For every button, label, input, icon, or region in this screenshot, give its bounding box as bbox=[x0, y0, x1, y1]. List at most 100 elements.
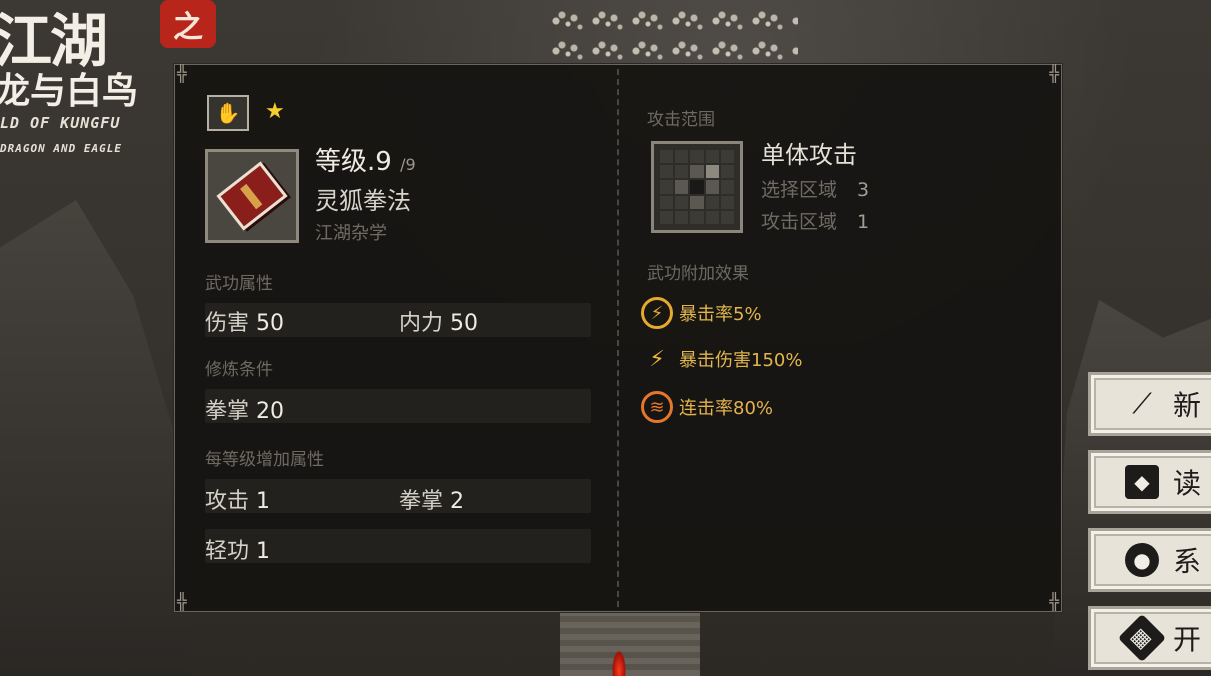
req-label: 拳掌 bbox=[205, 399, 250, 424]
scroll-icon: ▦ bbox=[1117, 613, 1167, 663]
attr-label: 伤害 bbox=[205, 311, 250, 336]
range-cell bbox=[720, 195, 734, 209]
logo-english-line2: DRAGON AND EAGLE bbox=[0, 142, 122, 155]
range-select-value: 3 bbox=[857, 179, 870, 201]
attr-internal-power: 内力 50 bbox=[399, 305, 478, 337]
crit-rate-icon: ⚡ bbox=[641, 297, 673, 329]
effect-crit-damage: ⚡ 暴击伤害150% bbox=[641, 343, 802, 375]
range-cell-selectable bbox=[690, 195, 704, 209]
section-per-level: 每等级增加属性 bbox=[205, 450, 324, 470]
level-label: 等级 bbox=[315, 147, 368, 177]
range-cell bbox=[720, 180, 734, 194]
book-icon: ◆ bbox=[1125, 465, 1159, 499]
level-value: .9 bbox=[367, 147, 392, 177]
per-level-attack: 攻击 1 bbox=[205, 483, 270, 515]
panel-divider bbox=[617, 69, 619, 607]
campfire bbox=[612, 650, 626, 676]
menu-button-new[interactable]: ⟋ 新 bbox=[1088, 372, 1211, 436]
skill-detail-panel: ╬ ╬ ╬ ╬ ✋ ★ 等级.9 /9 灵狐拳法 江湖杂学 武功属性 伤害 50… bbox=[173, 63, 1063, 613]
menu-label: 读 bbox=[1173, 467, 1202, 500]
level-max: /9 bbox=[400, 155, 416, 174]
menu-label: 新 bbox=[1173, 389, 1202, 422]
menu-button-system[interactable]: ● 系 bbox=[1088, 528, 1211, 592]
effect-text: 暴击率5% bbox=[679, 304, 762, 325]
effect-combo-rate: ≋ 连击率80% bbox=[641, 391, 773, 423]
per-level-agility: 轻功 1 bbox=[205, 533, 270, 565]
per-level-value: 2 bbox=[450, 489, 465, 514]
req-fist: 拳掌 20 bbox=[205, 393, 284, 425]
skill-book-slot[interactable] bbox=[205, 149, 299, 243]
section-requirements: 修炼条件 bbox=[205, 360, 273, 380]
range-cell bbox=[705, 195, 719, 209]
range-attack-row: 攻击区域 1 bbox=[761, 207, 869, 234]
range-cell bbox=[675, 195, 689, 209]
skill-type: 江湖杂学 bbox=[315, 223, 387, 244]
per-level-label: 轻功 bbox=[205, 539, 250, 564]
menu-button-open[interactable]: ▦ 开 bbox=[1088, 606, 1211, 670]
range-cell-selectable bbox=[675, 180, 689, 194]
menu-label: 开 bbox=[1173, 623, 1202, 656]
attr-damage: 伤害 50 bbox=[205, 305, 284, 337]
req-value: 20 bbox=[256, 399, 285, 424]
per-level-label: 拳掌 bbox=[399, 489, 444, 514]
range-cell bbox=[720, 210, 734, 224]
palm-icon: ✋ bbox=[207, 95, 249, 131]
skill-book-icon bbox=[216, 161, 288, 231]
range-cell bbox=[660, 195, 674, 209]
combo-rate-icon: ≋ bbox=[641, 391, 673, 423]
range-attack-value: 1 bbox=[857, 211, 870, 233]
range-title: 单体攻击 bbox=[761, 141, 857, 169]
effect-crit-rate: ⚡ 暴击率5% bbox=[641, 297, 762, 329]
range-cell-target bbox=[705, 165, 719, 179]
range-attack-label: 攻击区域 bbox=[761, 211, 838, 233]
logo-seal: 之 bbox=[160, 0, 216, 48]
effect-text: 暴击伤害150% bbox=[679, 350, 803, 371]
per-level-fist: 拳掌 2 bbox=[399, 483, 464, 515]
range-cell-selectable bbox=[705, 180, 719, 194]
corner-ornament: ╬ bbox=[1049, 64, 1059, 83]
crit-damage-icon: ⚡ bbox=[649, 346, 665, 372]
range-cell bbox=[660, 165, 674, 179]
range-cell bbox=[690, 210, 704, 224]
corner-ornament: ╬ bbox=[1049, 592, 1059, 611]
range-cell bbox=[660, 180, 674, 194]
corner-ornament: ╬ bbox=[177, 64, 187, 83]
section-effects: 武功附加效果 bbox=[647, 264, 749, 284]
menu-button-load[interactable]: ◆ 读 bbox=[1088, 450, 1211, 514]
range-select-label: 选择区域 bbox=[761, 179, 838, 201]
range-cell bbox=[705, 210, 719, 224]
attr-label: 内力 bbox=[399, 311, 444, 336]
menu-label: 系 bbox=[1173, 545, 1202, 578]
stone-path bbox=[560, 610, 700, 676]
corner-ornament: ╬ bbox=[177, 592, 187, 611]
per-level-label: 攻击 bbox=[205, 489, 250, 514]
pouch-icon: ● bbox=[1125, 543, 1159, 577]
range-cell bbox=[720, 165, 734, 179]
star-icon: ★ bbox=[265, 99, 285, 124]
per-level-value: 1 bbox=[256, 539, 271, 564]
level-display: 等级.9 /9 bbox=[315, 141, 416, 178]
range-cell-selectable bbox=[690, 165, 704, 179]
range-cell bbox=[675, 150, 689, 164]
section-attributes: 武功属性 bbox=[205, 274, 273, 294]
attr-value: 50 bbox=[256, 311, 285, 336]
range-cell bbox=[720, 150, 734, 164]
range-cell bbox=[660, 150, 674, 164]
logo-english-line1: LD OF KUNGFU bbox=[0, 114, 121, 132]
attr-value: 50 bbox=[450, 311, 479, 336]
range-select-row: 选择区域 3 bbox=[761, 175, 869, 202]
skill-name: 灵狐拳法 bbox=[315, 187, 411, 215]
per-level-value: 1 bbox=[256, 489, 271, 514]
plum-blossom-tree bbox=[548, 6, 798, 66]
logo-subtitle: 龙与白鸟 bbox=[0, 70, 139, 112]
range-cell-self bbox=[690, 180, 704, 194]
range-cell bbox=[675, 210, 689, 224]
range-cell bbox=[660, 210, 674, 224]
attack-range-grid bbox=[651, 141, 743, 233]
section-attack-range: 攻击范围 bbox=[647, 110, 715, 130]
range-cell bbox=[675, 165, 689, 179]
brush-icon: ⟋ bbox=[1132, 387, 1152, 420]
range-cell bbox=[690, 150, 704, 164]
range-cell bbox=[705, 150, 719, 164]
effect-text: 连击率80% bbox=[679, 398, 774, 419]
